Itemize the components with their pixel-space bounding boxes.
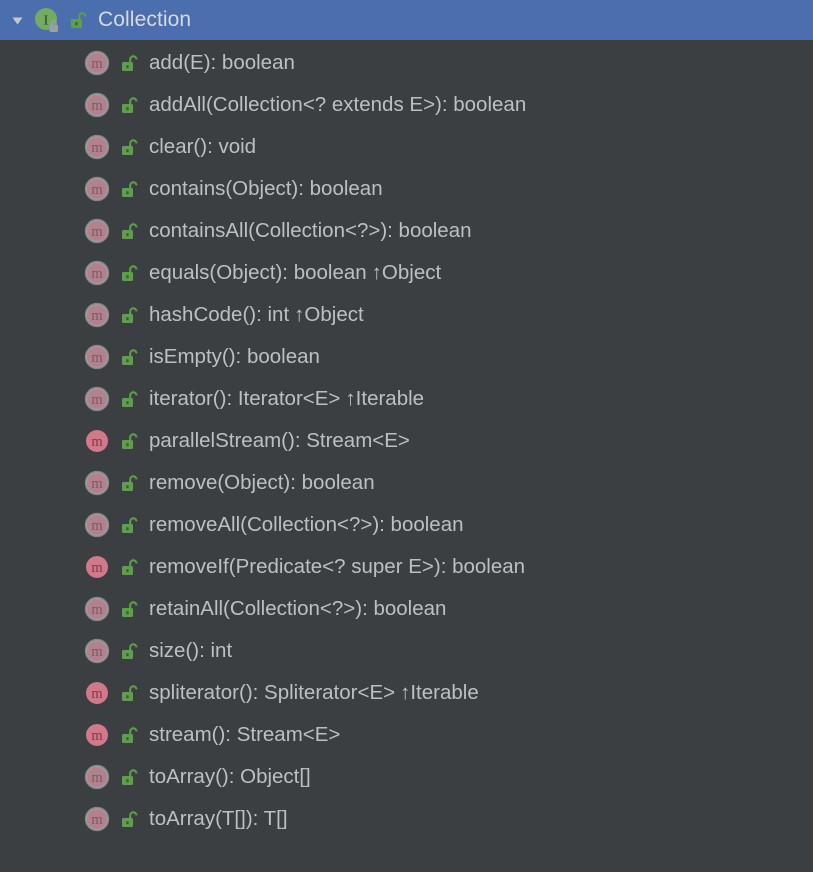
interface-icon: I xyxy=(30,0,64,40)
structure-tool-window: I Collection m add(E): boolean m addAll(Col… xyxy=(0,0,813,872)
svg-text:m: m xyxy=(91,686,103,702)
public-unlocked-padlock-icon xyxy=(114,126,144,168)
abstract-method-icon: m xyxy=(80,336,114,378)
member-signature: isEmpty(): boolean xyxy=(149,344,320,368)
public-unlocked-padlock-icon xyxy=(114,84,144,126)
public-unlocked-padlock-icon xyxy=(114,42,144,84)
abstract-method-icon: m xyxy=(80,126,114,168)
public-unlocked-padlock-icon xyxy=(114,336,144,378)
svg-text:m: m xyxy=(91,560,103,576)
abstract-method-icon: m xyxy=(80,210,114,252)
member-signature: hashCode(): int xyxy=(149,302,290,326)
abstract-method-icon: m xyxy=(80,462,114,504)
public-unlocked-padlock-icon xyxy=(114,546,144,588)
member-list: m add(E): boolean m addAll(Collection<? ext… xyxy=(0,40,813,840)
tree-node-member[interactable]: m spliterator(): Spliterator<E> ↑Iterable xyxy=(0,672,813,714)
public-unlocked-padlock-icon xyxy=(114,798,144,840)
public-unlocked-padlock-icon xyxy=(114,210,144,252)
abstract-method-icon: m xyxy=(80,504,114,546)
tree-node-member[interactable]: m containsAll(Collection<?>): boolean xyxy=(0,210,813,252)
member-signature: removeAll(Collection<?>): boolean xyxy=(149,512,464,536)
public-unlocked-padlock-icon xyxy=(114,168,144,210)
abstract-method-icon: m xyxy=(80,630,114,672)
tree-node-member[interactable]: m addAll(Collection<? extends E>): boolea… xyxy=(0,84,813,126)
member-signature: spliterator(): Spliterator<E> xyxy=(149,680,396,704)
public-unlocked-padlock-icon xyxy=(114,756,144,798)
member-inherited-from: ↑Iterable xyxy=(345,386,425,410)
member-signature: contains(Object): boolean xyxy=(149,176,383,200)
abstract-method-icon: m xyxy=(80,378,114,420)
triangle-down-icon[interactable] xyxy=(4,0,30,40)
tree-node-member[interactable]: m isEmpty(): boolean xyxy=(0,336,813,378)
member-signature: remove(Object): boolean xyxy=(149,470,375,494)
tree-node-member[interactable]: m retainAll(Collection<?>): boolean xyxy=(0,588,813,630)
abstract-method-icon: m xyxy=(80,756,114,798)
default-method-icon: m xyxy=(80,420,114,462)
public-unlocked-padlock-icon xyxy=(114,672,144,714)
tree-node-member[interactable]: m toArray(): Object[] xyxy=(0,756,813,798)
public-unlocked-padlock-icon xyxy=(114,588,144,630)
tree-node-member[interactable]: m equals(Object): boolean ↑Object xyxy=(0,252,813,294)
tree-node-member[interactable]: m toArray(T[]): T[] xyxy=(0,798,813,840)
tree-node-member[interactable]: m hashCode(): int ↑Object xyxy=(0,294,813,336)
member-inherited-from: ↑Iterable xyxy=(400,680,479,704)
tree-node-member[interactable]: m stream(): Stream<E> xyxy=(0,714,813,756)
member-inherited-from: ↑Object xyxy=(371,260,442,284)
tree-node-label: Collection xyxy=(98,8,192,31)
public-unlocked-padlock-icon xyxy=(114,504,144,546)
tree-node-member[interactable]: m size(): int xyxy=(0,630,813,672)
tree-node-member[interactable]: m removeAll(Collection<?>): boolean xyxy=(0,504,813,546)
abstract-method-icon: m xyxy=(80,168,114,210)
public-unlocked-padlock-icon xyxy=(114,714,144,756)
member-signature: toArray(T[]): T[] xyxy=(149,806,288,830)
public-unlocked-padlock-icon xyxy=(114,294,144,336)
public-unlocked-padlock-icon xyxy=(114,630,144,672)
member-signature: size(): int xyxy=(149,638,233,662)
default-method-icon: m xyxy=(80,546,114,588)
tree-node-member[interactable]: m removeIf(Predicate<? super E>): boolean xyxy=(0,546,813,588)
abstract-method-icon: m xyxy=(80,252,114,294)
public-unlocked-padlock-icon xyxy=(114,252,144,294)
abstract-method-icon: m xyxy=(80,588,114,630)
member-signature: retainAll(Collection<?>): boolean xyxy=(149,596,447,620)
member-signature: addAll(Collection<? extends E>): boolean xyxy=(149,92,527,116)
public-unlocked-padlock-icon xyxy=(114,378,144,420)
member-signature: toArray(): Object[] xyxy=(149,764,311,788)
public-unlocked-padlock-icon xyxy=(114,420,144,462)
svg-text:m: m xyxy=(91,728,103,744)
member-signature: parallelStream(): Stream<E> xyxy=(149,428,410,452)
default-method-icon: m xyxy=(80,672,114,714)
member-signature: iterator(): Iterator<E> xyxy=(149,386,341,410)
public-unlocked-padlock-icon xyxy=(64,0,92,40)
abstract-method-icon: m xyxy=(80,42,114,84)
abstract-method-icon: m xyxy=(80,84,114,126)
member-signature: clear(): void xyxy=(149,134,257,158)
member-signature: removeIf(Predicate<? super E>): boolean xyxy=(149,554,526,578)
member-signature: stream(): Stream<E> xyxy=(149,722,341,746)
tree-node-member[interactable]: m add(E): boolean xyxy=(0,42,813,84)
svg-text:m: m xyxy=(91,434,103,450)
abstract-method-icon: m xyxy=(80,294,114,336)
default-method-icon: m xyxy=(80,714,114,756)
tree-node-member[interactable]: m iterator(): Iterator<E> ↑Iterable xyxy=(0,378,813,420)
abstract-method-icon: m xyxy=(80,798,114,840)
tree-node-collection[interactable]: I Collection xyxy=(0,0,813,40)
member-signature: containsAll(Collection<?>): boolean xyxy=(149,218,472,242)
tree-node-member[interactable]: m contains(Object): boolean xyxy=(0,168,813,210)
tree-node-member[interactable]: m clear(): void xyxy=(0,126,813,168)
member-signature: equals(Object): boolean xyxy=(149,260,367,284)
tree-node-member[interactable]: m parallelStream(): Stream<E> xyxy=(0,420,813,462)
member-inherited-from: ↑Object xyxy=(294,302,364,326)
public-unlocked-padlock-icon xyxy=(114,462,144,504)
svg-text:I: I xyxy=(44,14,49,29)
tree-node-member[interactable]: m remove(Object): boolean xyxy=(0,462,813,504)
member-signature: add(E): boolean xyxy=(149,50,295,74)
